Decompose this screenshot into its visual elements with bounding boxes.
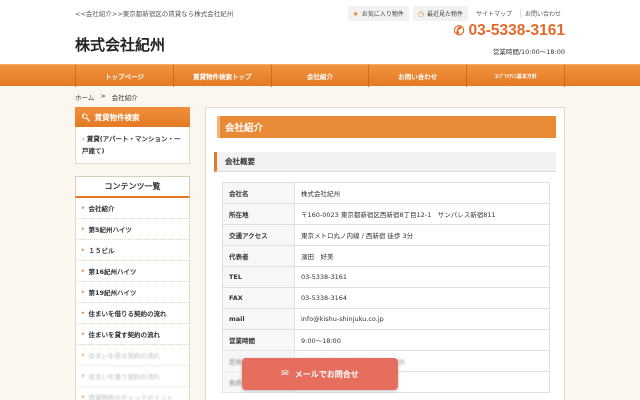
rental-search-label: 賃貸(アパート・マンション・一戸建て) [82,135,181,155]
table-row: 代表者 濱田 好美 [222,245,550,267]
arrow-right-icon: ▸ [82,310,85,316]
table-row: 営業時間 9:00～18:00 [222,329,550,351]
table-row: 会社名 株式会社紀州 [222,182,550,204]
row-label: 交通アクセス [222,224,295,246]
row-label: 所在地 [222,203,295,225]
sidebar-item-heights19[interactable]: ▸ 第19紀州ハイツ [76,282,189,303]
breadcrumb-current: 会社紹介 [111,94,138,102]
row-label: TEL [222,266,295,288]
row-label: mail [222,308,295,330]
table-row: TEL 03-5338-3161 [222,266,550,288]
nav-item-top[interactable]: トップページ [75,65,173,87]
section-title: 会社概要 [214,152,556,172]
phone-icon: ✆ [453,23,465,38]
sidebar-item-heights16[interactable]: ▸ 第16紀州ハイツ [76,261,189,282]
sidebar-item-label: 賃貸物件のチェックポイント [88,394,174,400]
sitemap-link[interactable]: サイトマップ [472,9,516,18]
sidebar-item-label: １５ビル [88,247,115,255]
contents-menu: ▸ 会社紹介 ▸ 第5紀州ハイツ ▸ １５ビル ▸ 第16紀州ハイツ ▸ 第19紀州ハイツ… [75,198,190,400]
mail-inquiry-button[interactable]: ✉ メールでお問合せ [242,358,398,390]
search-heading-label: 賃貸物件検索 [94,112,140,122]
arrow-right-icon: ▸ [82,331,85,337]
arrow-right-icon: ▸ [82,247,85,253]
sidebar-item-label: 第16紀州ハイツ [88,268,137,276]
phone-text: 03-5338-3161 [468,22,565,39]
main-content: 会社紹介 会社概要 会社名 株式会社紀州 所在地 〒160-0023 東京都新宿区西新… [205,107,565,400]
nav-item-company[interactable]: 会社紹介 [270,65,369,87]
arrow-right-icon: ▸ [82,394,85,400]
arrow-right-icon: ▸ [82,289,85,295]
arrow-right-icon: ▸ [82,373,85,379]
sidebar-item-label: 第19紀州ハイツ [88,289,137,297]
business-hours: 営業時間/10:00～18:00 [492,48,565,56]
row-label: 代表者 [222,245,295,267]
row-label: FAX [222,287,295,309]
contact-link[interactable]: お問い合わせ [519,9,565,18]
envelope-icon: ✉ [281,369,289,379]
row-value: 〒160-0023 東京都新宿区西新宿8丁目12-1 サンパレス新宿811 [294,203,550,225]
sidebar-item-label: 会社紹介 [88,205,115,213]
search-icon: 🔍︎ [81,112,91,122]
site-tagline: <<会社紹介>>東京都新宿区の賃貸なら株式会社紀州 [75,10,234,18]
recent-button[interactable]: ◷ 最近見た物件 [412,6,468,21]
table-row: 所在地 〒160-0023 東京都新宿区西新宿8丁目12-1 サンパレス新宿811 [222,203,550,225]
site-header: <<会社紹介>>東京都新宿区の賃貸なら株式会社紀州 株式会社紀州 ★ お気に入り… [0,0,640,64]
row-value: 03-5338-3161 [294,266,550,288]
row-label: 会社名 [222,182,295,204]
nav-item-contact[interactable]: お問い合わせ [368,65,466,87]
contents-heading: コンテンツ一覧 [75,176,190,198]
phone-number[interactable]: ✆ 03-5338-3161 [454,22,565,40]
row-value: 03-5338-3164 [294,287,550,309]
history-icon: ◷ [417,9,424,18]
breadcrumb-home[interactable]: ホーム [75,92,94,102]
rental-search-link[interactable]: › 賃貸(アパート・マンション・一戸建て) [82,135,181,155]
sidebar-item-label: 住まいを借りる契約の流れ [88,310,167,318]
row-value: 9:00～18:00 [294,329,550,351]
sidebar-item-buy-flow[interactable]: ▸ 住まいを買う契約の流れ [76,366,189,387]
sidebar-item-building15[interactable]: ▸ １５ビル [76,240,189,261]
row-value: info@kishu-shinjuku.co.jp [294,308,550,330]
top-links: ★ お気に入り物件 ◷ 最近見た物件 サイトマップ お問い合わせ [347,6,565,21]
row-label: 営業時間 [222,329,295,351]
arrow-right-icon: ▸ [82,352,85,358]
row-value: 東京メトロ丸ノ内線 / 西新宿 徒歩 3分 [294,224,550,246]
global-nav: トップページ 賃貸物件検索トップ 会社紹介 お問い合わせ ｺﾝﾌﾟﾗｲｱﾝｽ基本… [0,64,640,87]
breadcrumb-separator: > [100,92,106,100]
search-box: › 賃貸(アパート・マンション・一戸建て) [75,127,190,164]
table-row: 交通アクセス 東京メトロ丸ノ内線 / 西新宿 徒歩 3分 [222,224,550,246]
arrow-right-icon: ▸ [82,268,85,274]
favorites-button[interactable]: ★ お気に入り物件 [347,6,409,21]
sidebar-item-label: 第5紀州ハイツ [88,226,132,234]
breadcrumb: ホーム > 会社紹介 [75,92,138,102]
recent-label: 最近見た物件 [426,11,463,18]
sidebar-item-label: 住まいを買う契約の流れ [88,373,161,381]
row-value: 株式会社紀州 [294,182,550,204]
table-row: mail info@kishu-shinjuku.co.jp [222,308,550,330]
sidebar-item-checkpoints[interactable]: ▸ 賃貸物件のチェックポイント [76,387,189,400]
star-icon: ★ [352,9,359,18]
row-value: 濱田 好美 [294,245,550,267]
search-heading: 🔍︎ 賃貸物件検索 [75,107,190,127]
mail-inquiry-label: メールでお問合せ [294,369,359,379]
sidebar-item-heights5[interactable]: ▸ 第5紀州ハイツ [76,219,189,240]
sidebar-item-company[interactable]: ▸ 会社紹介 [76,198,189,219]
table-row: FAX 03-5338-3164 [222,287,550,309]
nav-item-compliance[interactable]: ｺﾝﾌﾟﾗｲｱﾝｽ基本方針 [466,65,565,87]
sidebar-item-sell-flow[interactable]: ▸ 住まいを売る契約の流れ [76,345,189,366]
site-logo[interactable]: 株式会社紀州 [75,34,165,55]
sidebar: 🔍︎ 賃貸物件検索 › 賃貸(アパート・マンション・一戸建て) コンテンツ一覧 ▸… [75,107,190,400]
sidebar-item-label: 住まいを貸す契約の流れ [88,331,161,339]
arrow-right-icon: ▸ [82,205,85,211]
arrow-right-icon: ▸ [82,226,85,232]
page-title: 会社紹介 [214,116,556,138]
sidebar-item-label: 住まいを売る契約の流れ [88,352,161,360]
sidebar-item-rent-flow[interactable]: ▸ 住まいを借りる契約の流れ [76,303,189,324]
nav-item-search[interactable]: 賃貸物件検索トップ [172,65,271,87]
sidebar-item-lend-flow[interactable]: ▸ 住まいを貸す契約の流れ [76,324,189,345]
favorites-label: お気に入り物件 [361,11,404,18]
chevron-right-icon: › [82,135,85,143]
